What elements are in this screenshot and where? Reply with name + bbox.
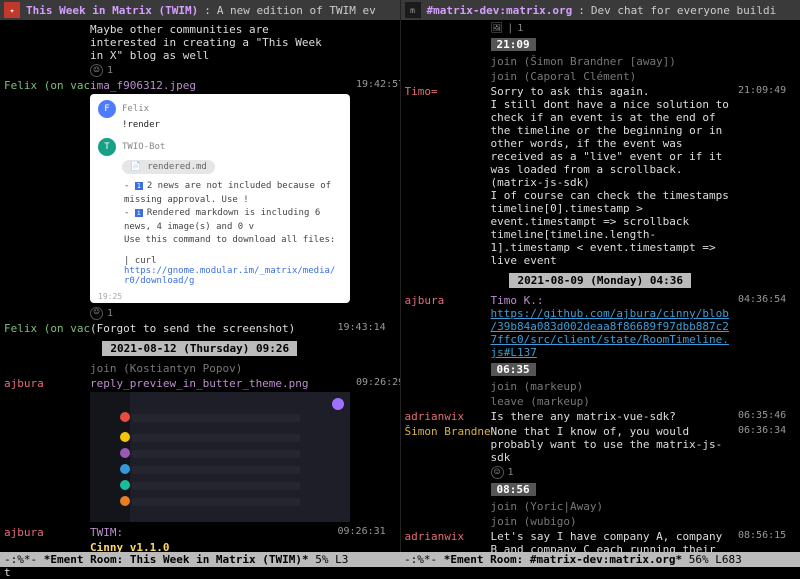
date-separator: 2021-08-12 (Thursday) 09:26: [0, 342, 400, 355]
sender[interactable]: ajbura: [405, 294, 491, 307]
sender[interactable]: ajbura: [4, 377, 90, 390]
room-avatar-icon: m: [405, 2, 421, 18]
left-header: ✦ This Week in Matrix (TWIM): A new edit…: [0, 0, 400, 20]
face-icon: ☺: [491, 466, 504, 479]
embed-bot: TWIO-Bot: [122, 142, 165, 152]
sender[interactable]: Timo=: [405, 85, 491, 98]
join-event: join (markeup): [491, 380, 739, 393]
right-pane: m #matrix-dev:matrix.org: Dev chat for e…: [401, 0, 800, 552]
reaction-count: 1: [107, 65, 113, 76]
time-chip: 06:35: [491, 363, 536, 376]
buffer-name: *Ement Room: This Week in Matrix (TWIM)*: [44, 553, 309, 566]
right-scrollback[interactable]: 🖼|1 21:09 join (Šimon Brandner [away]) j…: [401, 20, 800, 552]
buffer-name: *Ement Room: #matrix-dev:matrix.org*: [444, 553, 682, 566]
time-chip: 08:56: [491, 483, 536, 496]
timestamp: 06:35:46: [738, 410, 796, 421]
sender[interactable]: adrianwix: [405, 530, 491, 543]
leave-event: leave (markeup): [491, 395, 739, 408]
embed-curl: | curl https://gnome.modular.im/_matrix/…: [90, 254, 350, 294]
room-name[interactable]: #matrix-dev:matrix.org: [427, 4, 573, 17]
embed-timestamp: 19:25: [98, 292, 350, 301]
join-event: join (wubigo): [491, 515, 739, 528]
message-body: Maybe other communities are interested i…: [90, 23, 338, 62]
room-topic: A new edition of TWIM ev: [217, 4, 376, 17]
timestamp: 19:43:14: [338, 322, 396, 333]
attachment-name[interactable]: ima_f906312.jpeg: [90, 79, 196, 92]
timestamp: 21:09:49: [738, 85, 796, 96]
sender[interactable]: adrianwix: [405, 410, 491, 423]
hyperlink[interactable]: https://github.com/ajbura/cinny/blob/39b…: [491, 307, 729, 359]
time-chip: 21:09: [491, 38, 536, 51]
room-name[interactable]: This Week in Matrix (TWIM): [26, 4, 198, 17]
message-body: TWIM:: [90, 526, 123, 539]
left-scrollback[interactable]: Maybe other communities are interested i…: [0, 20, 400, 552]
join-event: join (Yoric|Away): [491, 500, 739, 513]
reaction-row[interactable]: 🖼|1: [491, 23, 739, 34]
sender[interactable]: Felix (on vaca: [4, 79, 90, 92]
timestamp: 09:26:29: [356, 377, 400, 388]
timestamp: 19:42:57: [356, 79, 400, 90]
message-body: Timo K.: https://github.com/ajbura/cinny…: [491, 294, 739, 359]
room-avatar-icon: ✦: [4, 2, 20, 18]
right-header: m #matrix-dev:matrix.org: Dev chat for e…: [401, 0, 800, 20]
reaction-count: 1: [107, 308, 113, 319]
minibuffer[interactable]: t: [0, 567, 800, 579]
timestamp: 08:56:15: [738, 530, 796, 541]
message-body: Sorry to ask this again. I still dont ha…: [491, 85, 739, 267]
image-embed[interactable]: F Felix !render T TWIO-Bot rendered.md - 1…: [90, 94, 350, 303]
embed-command: !render: [90, 120, 350, 132]
date-separator: 2021-08-09 (Monday) 04:36: [401, 274, 800, 287]
message-body: None that I know of, you would probably …: [491, 425, 739, 464]
avatar-dot-icon: F: [98, 100, 116, 118]
timestamp: 04:36:54: [738, 294, 796, 305]
join-event: join (Šimon Brandner [away]): [491, 55, 739, 68]
face-icon: ☺: [90, 64, 103, 77]
room-topic: Dev chat for everyone buildi: [591, 4, 776, 17]
embed-line: - 12 news are not included because of mi…: [124, 180, 340, 207]
timestamp: 09:26:31: [338, 526, 396, 537]
timestamp: 06:36:34: [738, 425, 796, 436]
embed-user: Felix: [122, 104, 149, 114]
message-body: Is there any matrix-vue-sdk?: [491, 410, 739, 423]
message-body: (Forgot to send the screenshot): [90, 322, 338, 335]
embed-line: Use this command to download all files:: [124, 234, 340, 248]
join-event: join (Kostiantyn Popov): [90, 362, 338, 375]
file-pill[interactable]: rendered.md: [122, 160, 215, 174]
modeline-right[interactable]: -:%*- *Ement Room: #matrix-dev:matrix.or…: [400, 552, 800, 567]
face-icon: ☺: [90, 307, 103, 320]
image-embed[interactable]: [90, 392, 350, 522]
join-event: join (Caporal Clément): [491, 70, 739, 83]
avatar-dot-icon: T: [98, 138, 116, 156]
heading: Cinny v1.1.0: [90, 541, 169, 553]
reaction-row[interactable]: ☺1: [491, 466, 739, 479]
modeline-left[interactable]: -:%*- *Ement Room: This Week in Matrix (…: [0, 552, 400, 567]
sender[interactable]: Felix (on vaca: [4, 322, 90, 335]
attachment-name[interactable]: reply_preview_in_butter_theme.png: [90, 377, 309, 390]
left-pane: ✦ This Week in Matrix (TWIM): A new edit…: [0, 0, 401, 552]
reaction-row[interactable]: ☺ 1: [90, 64, 338, 77]
sender[interactable]: ajbura: [4, 526, 90, 539]
message-body: Let's say I have company A, company B an…: [491, 530, 739, 552]
sender[interactable]: Šimon Brandner: [405, 425, 491, 438]
reaction-row[interactable]: ☺ 1: [90, 307, 338, 320]
embed-line: - iRendered markdown is including 6 news…: [124, 207, 340, 234]
